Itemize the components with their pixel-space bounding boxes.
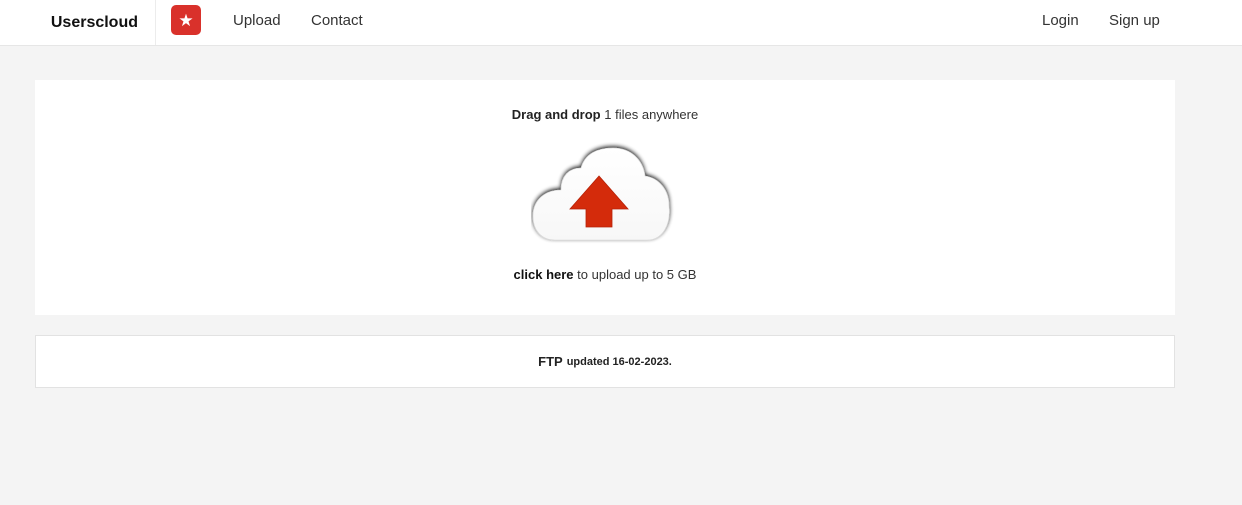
file-count: 1: [604, 107, 612, 122]
ftp-notice: FTP updated 16-02-2023.: [35, 335, 1175, 388]
nav-signup[interactable]: Sign up: [1109, 0, 1160, 40]
nav-contact[interactable]: Contact: [311, 0, 363, 40]
drag-drop-label: Drag and drop: [511, 107, 601, 122]
drag-drop-hint: Drag and drop 1 files anywhere: [35, 107, 1175, 122]
cloud-upload-icon[interactable]: [531, 142, 677, 246]
drag-drop-rest: files anywhere: [615, 107, 699, 122]
nav-login[interactable]: Login: [1042, 0, 1079, 40]
upload-limit-text: to upload up to 5 GB: [577, 267, 697, 282]
click-upload-hint: click here to upload up to 5 GB: [35, 267, 1175, 282]
ftp-title: FTP: [538, 354, 563, 369]
top-navbar: Userscloud ★ Upload Contact Login Sign u…: [0, 0, 1242, 46]
click-here-link[interactable]: click here: [514, 267, 574, 282]
brand-logo[interactable]: Userscloud: [0, 0, 156, 45]
ftp-updated-note: updated 16-02-2023.: [566, 355, 672, 368]
star-icon[interactable]: ★: [171, 5, 201, 35]
upload-dropzone[interactable]: Drag and drop 1 files anywhere click her…: [35, 80, 1175, 315]
nav-upload[interactable]: Upload: [233, 0, 281, 40]
